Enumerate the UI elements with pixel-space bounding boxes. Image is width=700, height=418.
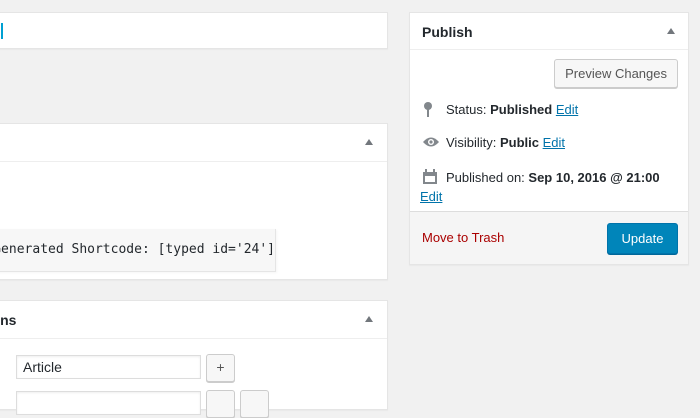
status-value: Published bbox=[490, 101, 553, 117]
collapse-arrow-icon[interactable] bbox=[365, 316, 373, 322]
visibility-label: Visibility: bbox=[446, 135, 497, 150]
shortcode-metabox-header[interactable] bbox=[0, 124, 387, 162]
publish-metabox: Publish Preview Changes Status: Publishe… bbox=[409, 12, 689, 265]
remove-option-button-2[interactable] bbox=[240, 390, 269, 418]
visibility-value: Public bbox=[499, 135, 539, 150]
generated-shortcode: Generated Shortcode: [typed id='24'] bbox=[0, 229, 276, 272]
collapse-arrow-icon[interactable] bbox=[667, 28, 675, 34]
published-value: Sep 10, 2016 @ 21:00 bbox=[528, 169, 660, 185]
edit-date-row: Edit bbox=[420, 189, 442, 204]
visibility-row: Visibility: Public Edit bbox=[422, 135, 565, 152]
status-label: Status: bbox=[446, 101, 487, 117]
eye-icon bbox=[422, 135, 440, 152]
calendar-icon bbox=[422, 169, 440, 188]
text-cursor bbox=[1, 23, 3, 39]
publish-metabox-header[interactable]: Publish bbox=[410, 13, 688, 50]
options-title: tions bbox=[0, 312, 17, 328]
post-title-input[interactable] bbox=[0, 12, 388, 49]
publish-major-actions: Move to Trash Update bbox=[410, 211, 688, 264]
add-option-button[interactable]: + bbox=[206, 354, 235, 382]
option-input-2[interactable] bbox=[16, 391, 201, 415]
published-label: Published on: bbox=[446, 169, 525, 185]
edit-status-link[interactable]: Edit bbox=[556, 102, 578, 117]
edit-visibility-link[interactable]: Edit bbox=[543, 135, 565, 150]
collapse-arrow-icon[interactable] bbox=[365, 139, 373, 145]
published-on-row: Published on: Sep 10, 2016 @ 21:00 bbox=[422, 169, 660, 188]
option-input[interactable]: Article bbox=[16, 355, 201, 379]
edit-date-link[interactable]: Edit bbox=[420, 189, 442, 204]
update-button[interactable]: Update bbox=[607, 223, 678, 254]
preview-changes-button[interactable]: Preview Changes bbox=[554, 59, 678, 88]
options-metabox-header[interactable]: tions bbox=[0, 301, 387, 339]
pin-icon bbox=[422, 101, 440, 120]
options-metabox: tions Article + bbox=[0, 300, 388, 418]
add-option-button-2[interactable] bbox=[206, 390, 235, 418]
move-to-trash-link[interactable]: Move to Trash bbox=[422, 230, 504, 245]
status-row: Status: Published Edit bbox=[422, 101, 578, 120]
publish-title: Publish bbox=[422, 24, 473, 40]
shortcode-metabox: Generated Shortcode: [typed id='24'] bbox=[0, 123, 388, 280]
